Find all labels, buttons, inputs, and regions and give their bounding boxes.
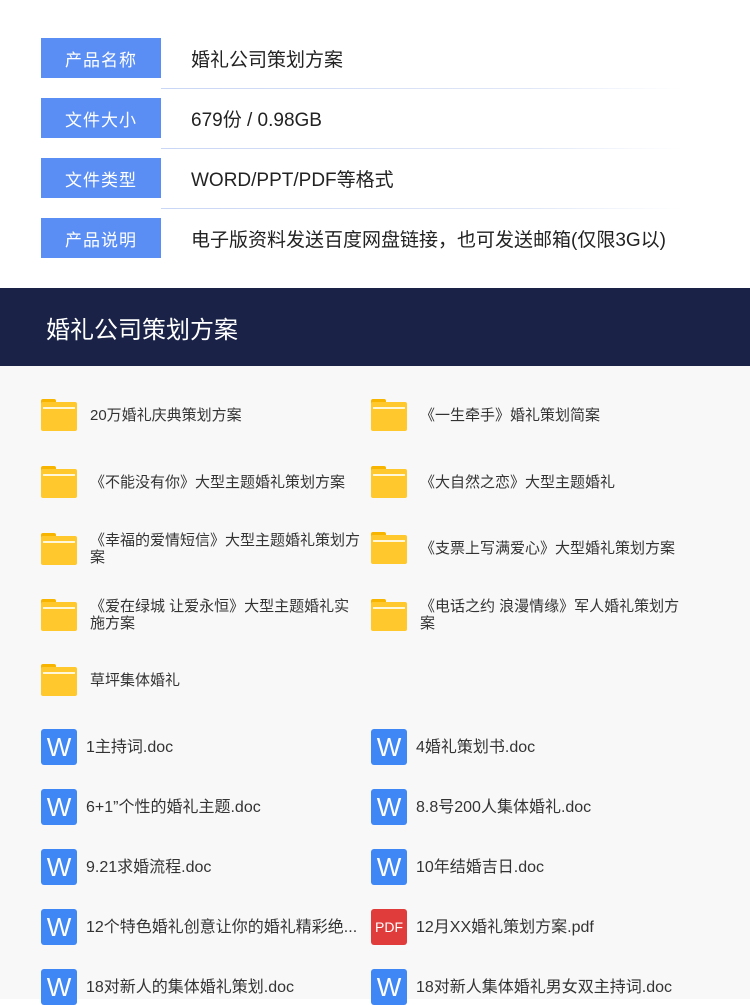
folder-icon	[371, 599, 407, 631]
file-name: 12个特色婚礼创意让你的婚礼精彩绝...	[86, 918, 358, 936]
folder-name: 《一生牵手》婚礼策划简案	[420, 406, 601, 424]
file-item[interactable]: W 9.21求婚流程.doc	[41, 849, 361, 885]
file-name: 8.8号200人集体婚礼.doc	[416, 798, 592, 816]
folder-icon	[41, 533, 77, 565]
folder-icon	[371, 399, 407, 431]
file-name: 4婚礼策划书.doc	[416, 738, 536, 756]
word-file-icon: W	[41, 729, 77, 765]
folder-icon	[41, 664, 77, 696]
info-value: 679份 / 0.98GB	[191, 109, 322, 131]
file-item[interactable]: W 4婚礼策划书.doc	[371, 729, 691, 765]
divider	[161, 208, 681, 209]
folder-icon	[41, 466, 77, 498]
word-file-icon: W	[41, 969, 77, 1005]
folder-item[interactable]: 20万婚礼庆典策划方案	[41, 399, 361, 431]
file-item[interactable]: W 10年结婚吉日.doc	[371, 849, 691, 885]
file-item[interactable]: W 18对新人集体婚礼男女双主持词.doc	[371, 969, 691, 1005]
folder-name: 《爱在绿城 让爱永恒》大型主题婚礼实施方案	[90, 598, 350, 632]
info-value: 婚礼公司策划方案	[191, 49, 344, 71]
folder-name: 《不能没有你》大型主题婚礼策划方案	[90, 473, 346, 491]
info-value: WORD/PPT/PDF等格式	[191, 169, 394, 191]
folder-icon	[41, 399, 77, 431]
folder-item[interactable]: 《幸福的爱情短信》大型主题婚礼策划方案	[41, 532, 361, 566]
folder-item[interactable]: 《支票上写满爱心》大型婚礼策划方案	[371, 532, 691, 564]
file-name: 18对新人集体婚礼男女双主持词.doc	[416, 978, 673, 996]
file-name: 18对新人的集体婚礼策划.doc	[86, 978, 295, 996]
info-row-type: 文件类型 WORD/PPT/PDF等格式	[41, 158, 701, 209]
file-item[interactable]: W 8.8号200人集体婚礼.doc	[371, 789, 691, 825]
file-item[interactable]: W 1主持词.doc	[41, 729, 361, 765]
file-item[interactable]: W 6+1”个性的婚礼主题.doc	[41, 789, 361, 825]
word-file-icon: W	[41, 909, 77, 945]
file-item[interactable]: PDF 12月XX婚礼策划方案.pdf	[371, 909, 691, 945]
section-banner: 婚礼公司策划方案	[0, 288, 750, 366]
info-row-size: 文件大小 679份 / 0.98GB	[41, 98, 701, 149]
folder-item[interactable]: 《爱在绿城 让爱永恒》大型主题婚礼实施方案	[41, 598, 361, 632]
folder-icon	[41, 599, 77, 631]
divider	[161, 88, 681, 89]
folder-name: 《幸福的爱情短信》大型主题婚礼策划方案	[90, 532, 361, 566]
file-name: 1主持词.doc	[86, 738, 174, 756]
word-file-icon: W	[371, 789, 407, 825]
folder-item[interactable]: 《大自然之恋》大型主题婚礼	[371, 466, 691, 498]
folder-item[interactable]: 《不能没有你》大型主题婚礼策划方案	[41, 466, 361, 498]
file-item[interactable]: W 12个特色婚礼创意让你的婚礼精彩绝...	[41, 909, 361, 945]
pdf-file-icon: PDF	[371, 909, 407, 945]
file-name: 6+1”个性的婚礼主题.doc	[86, 798, 261, 816]
file-name: 12月XX婚礼策划方案.pdf	[416, 918, 594, 936]
folder-name: 《电话之约 浪漫情缘》军人婚礼策划方案	[420, 598, 680, 632]
word-file-icon: W	[371, 849, 407, 885]
folder-icon	[371, 532, 407, 564]
folder-name: 《大自然之恋》大型主题婚礼	[420, 473, 616, 491]
word-file-icon: W	[371, 729, 407, 765]
info-label: 产品说明	[41, 218, 161, 258]
folder-name: 20万婚礼庆典策划方案	[90, 406, 242, 424]
word-file-icon: W	[371, 969, 407, 1005]
folder-name: 《支票上写满爱心》大型婚礼策划方案	[420, 539, 676, 557]
folder-name: 草坪集体婚礼	[90, 671, 181, 689]
file-item[interactable]: W 18对新人的集体婚礼策划.doc	[41, 969, 361, 1005]
info-label: 产品名称	[41, 38, 161, 78]
file-name: 9.21求婚流程.doc	[86, 858, 212, 876]
folder-item[interactable]: 《一生牵手》婚礼策划简案	[371, 399, 691, 431]
word-file-icon: W	[41, 789, 77, 825]
info-row-name: 产品名称 婚礼公司策划方案	[41, 38, 701, 89]
folder-item[interactable]: 《电话之约 浪漫情缘》军人婚礼策划方案	[371, 598, 691, 632]
word-file-icon: W	[41, 849, 77, 885]
folder-icon	[371, 466, 407, 498]
info-label: 文件大小	[41, 98, 161, 138]
file-name: 10年结婚吉日.doc	[416, 858, 545, 876]
info-row-desc: 产品说明 电子版资料发送百度网盘链接，也可发送邮箱(仅限3G以)	[41, 218, 701, 258]
info-value: 电子版资料发送百度网盘链接，也可发送邮箱(仅限3G以)	[191, 229, 667, 251]
info-label: 文件类型	[41, 158, 161, 198]
folder-item[interactable]: 草坪集体婚礼	[41, 664, 361, 696]
divider	[161, 148, 681, 149]
file-list: 20万婚礼庆典策划方案 《一生牵手》婚礼策划简案《不能没有你》大型主题婚礼策划方案…	[0, 366, 750, 1005]
